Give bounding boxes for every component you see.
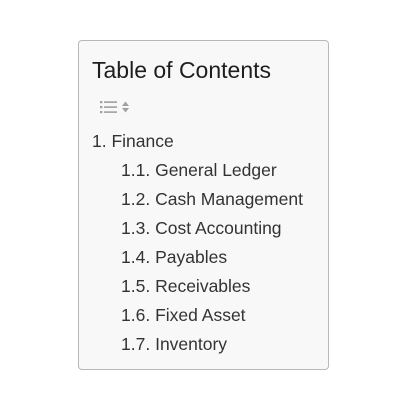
toc-item-label: Payables bbox=[155, 247, 228, 267]
toc-item-number: 1. bbox=[92, 131, 107, 151]
table-of-contents: Table of Contents 1. Finance 1.1. Genera… bbox=[78, 40, 329, 370]
toc-item-label: General Ledger bbox=[155, 160, 277, 180]
toc-title: Table of Contents bbox=[92, 57, 272, 83]
toc-item-cost-accounting[interactable]: 1.3. Cost Accounting bbox=[92, 214, 303, 243]
toc-item-receivables[interactable]: 1.5. Receivables bbox=[92, 272, 303, 301]
toc-item-fixed-asset[interactable]: 1.6. Fixed Asset bbox=[92, 301, 303, 330]
list-sort-icon bbox=[100, 101, 129, 114]
toc-item-number: 1.1. bbox=[121, 160, 151, 180]
toc-item-inventory[interactable]: 1.7. Inventory bbox=[92, 330, 303, 359]
toc-item-label: Fixed Asset bbox=[155, 305, 246, 325]
toc-item-number: 1.2. bbox=[121, 189, 151, 209]
toc-item-finance[interactable]: 1. Finance bbox=[92, 127, 303, 156]
toc-item-label: Receivables bbox=[155, 276, 251, 296]
toc-item-number: 1.6. bbox=[121, 305, 151, 325]
toc-item-label: Inventory bbox=[155, 334, 228, 354]
toc-item-label: Cost Accounting bbox=[155, 218, 282, 238]
toc-list: 1. Finance 1.1. General Ledger 1.2. Cash… bbox=[92, 127, 303, 359]
toc-item-label: Cash Management bbox=[155, 189, 303, 209]
toc-item-label: Finance bbox=[111, 131, 174, 151]
toc-item-number: 1.5. bbox=[121, 276, 151, 296]
toc-item-number: 1.7. bbox=[121, 334, 151, 354]
toc-item-number: 1.3. bbox=[121, 218, 151, 238]
toc-item-number: 1.4. bbox=[121, 247, 151, 267]
toc-toggle-button[interactable] bbox=[99, 99, 133, 115]
toc-item-cash-management[interactable]: 1.2. Cash Management bbox=[92, 185, 303, 214]
toc-item-general-ledger[interactable]: 1.1. General Ledger bbox=[92, 156, 303, 185]
toc-item-payables[interactable]: 1.4. Payables bbox=[92, 243, 303, 272]
